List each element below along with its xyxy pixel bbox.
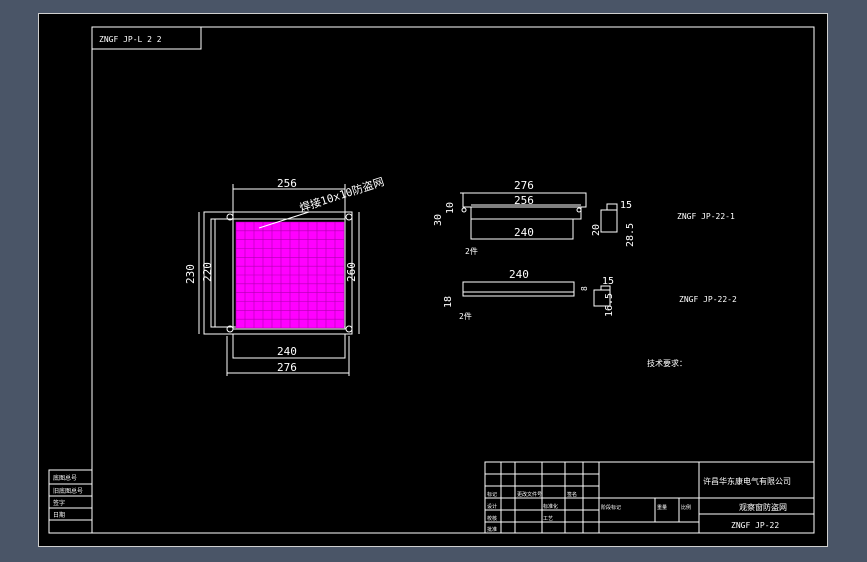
tb-row-3: 批准: [487, 526, 497, 533]
company-name: 许昌华东康电气有限公司: [703, 476, 791, 486]
tb-row-5: 工艺: [543, 516, 553, 522]
front-left-inner-dim: 220: [201, 262, 214, 282]
code-block-text: ZNGF JP-L 2 2: [99, 35, 162, 44]
part2-dim-left: 18: [443, 296, 454, 308]
tb-scale: 比例: [681, 504, 691, 511]
tech-requirements: 技术要求：: [647, 358, 687, 368]
drawing-sheet: ZNGF JP-L 2 2 底图总号 旧底图总号 签字 日期 256 230 2…: [38, 13, 828, 547]
part2-side-h: 16.5: [604, 293, 615, 317]
part-name: 观察窗防盗网: [739, 502, 787, 512]
drawing-canvas: ZNGF JP-L 2 2 底图总号 旧底图总号 签字 日期 256 230 2…: [48, 26, 815, 534]
front-top-dim: 256: [277, 177, 297, 190]
mesh-leader-label: 焊接10x10防盗网: [298, 174, 386, 215]
part1-label: ZNGF JP-22-1: [677, 212, 735, 221]
part1-qty: 2件: [465, 246, 478, 256]
front-bottom-outer-dim: 276: [277, 361, 297, 374]
part1-dim-mid: 256: [514, 194, 534, 207]
front-bottom-inner-dim: 240: [277, 345, 297, 358]
front-view: 256 230 220 260 240 276 焊接10x10防盗网: [184, 174, 386, 376]
part2-label: ZNGF JP-22-2: [679, 295, 737, 304]
stamp-3: 签字: [53, 499, 65, 507]
part2-qty: 2件: [459, 311, 472, 321]
tb-label-2: 更改文件号: [517, 491, 542, 498]
tb-label-1: 标记: [487, 491, 497, 498]
stamp-4: 日期: [53, 511, 65, 519]
code-block: ZNGF JP-L 2 2: [91, 26, 202, 50]
part2-view: [462, 281, 611, 307]
tb-stage: 阶段标记: [601, 504, 621, 511]
drawing-code: ZNGF JP-22: [731, 521, 779, 530]
part1-dim-bottom: 240: [514, 226, 534, 239]
tb-row-2: 校核: [487, 515, 497, 522]
part2-side-a: 8: [580, 286, 589, 291]
part1-dim-left-a: 30: [433, 214, 444, 226]
corner-hole: [345, 325, 353, 333]
tb-row-1: 设计: [487, 503, 497, 510]
front-right-dim: 260: [345, 262, 358, 282]
part2-dim-top: 240: [509, 268, 529, 281]
front-left-outer-dim: 230: [184, 264, 197, 284]
tb-weight: 重量: [657, 504, 667, 511]
tb-row-4: 标准化: [543, 503, 558, 510]
tb-label-3: 签名: [567, 491, 577, 498]
part2-side-w: 15: [602, 276, 614, 287]
part1-side-h: 20: [591, 224, 602, 236]
corner-hole: [345, 213, 353, 221]
part1-side-w: 15: [620, 200, 632, 211]
part1-dim-top: 276: [514, 179, 534, 192]
stamp-2: 旧底图总号: [53, 487, 83, 495]
stamp-1: 底图总号: [53, 474, 77, 482]
part1-side-h2: 28.5: [625, 223, 636, 247]
part1-dim-left-b: 10: [445, 202, 456, 214]
